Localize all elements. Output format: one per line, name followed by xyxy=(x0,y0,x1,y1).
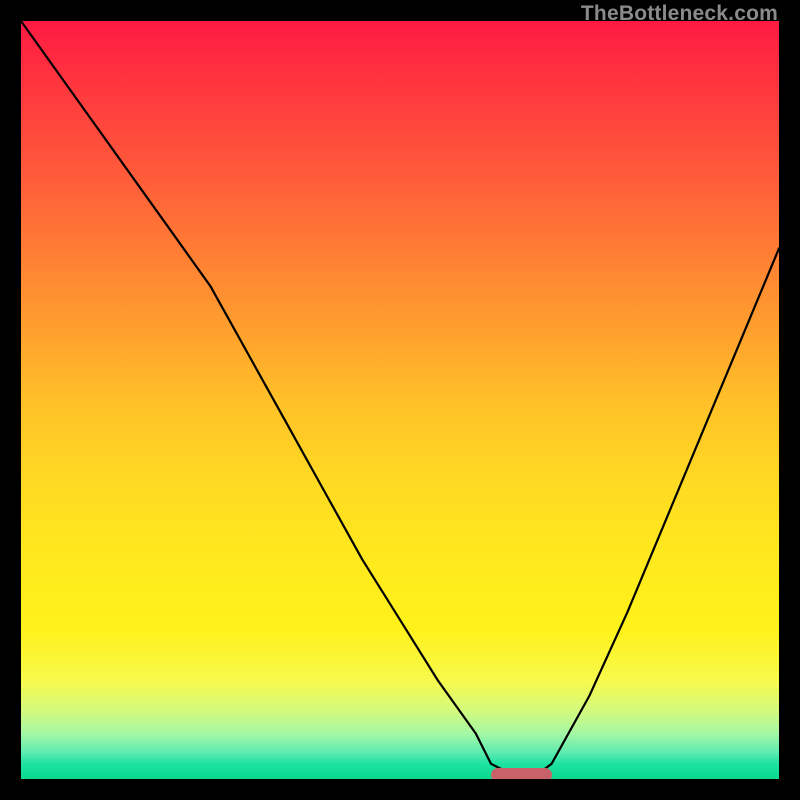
watermark-text: TheBottleneck.com xyxy=(581,2,778,26)
plot-area xyxy=(21,21,779,779)
chart-frame: TheBottleneck.com xyxy=(0,0,800,800)
bottleneck-curve xyxy=(21,21,779,779)
optimal-range-marker xyxy=(491,768,552,779)
